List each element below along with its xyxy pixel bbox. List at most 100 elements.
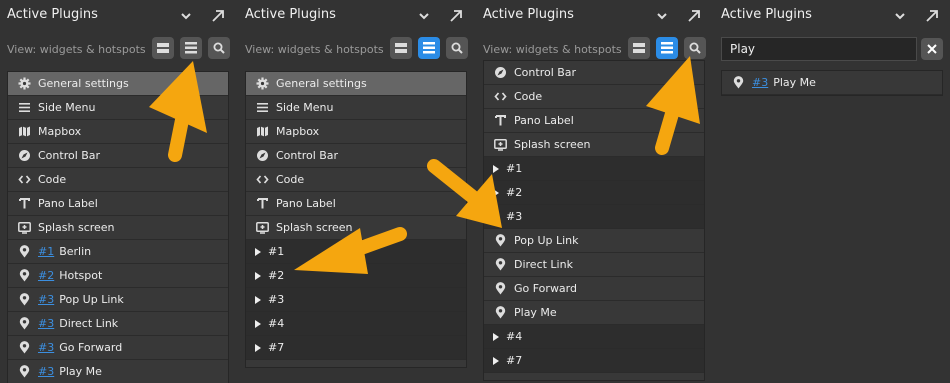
expand-arrow-icon[interactable] [924,8,940,24]
item-label: Control Bar [514,66,576,79]
expand-arrow-icon[interactable] [686,8,702,24]
item-label: #3 Direct Link [38,317,118,330]
item-label: #1 [506,162,522,175]
caret-right-icon[interactable] [254,271,262,281]
list-item[interactable]: Code [246,168,466,192]
search-button[interactable] [684,37,706,59]
chevron-down-icon[interactable] [179,9,193,23]
search-input[interactable] [721,37,917,61]
result-item[interactable]: #3 Play Me [722,71,942,95]
search-button[interactable] [446,37,468,59]
group-row[interactable]: #3 [484,205,704,229]
expand-all-icon [185,42,197,54]
close-icon [927,44,937,54]
list-item[interactable]: General settings [8,72,228,96]
chevron-down-icon[interactable] [655,9,669,23]
map-pin-icon [19,269,30,282]
list-item[interactable]: #2 Hotspot [8,264,228,288]
list-item[interactable]: Mapbox [8,120,228,144]
list-item[interactable]: Mapbox [246,120,466,144]
caret-right-icon[interactable] [492,332,500,342]
caret-right-icon[interactable] [254,247,262,257]
view-toolbar: View: widgets & hotspots [0,37,238,63]
item-label: Control Bar [276,149,338,162]
panel-header: Active Plugins [476,0,714,34]
list-item[interactable]: Control Bar [8,144,228,168]
list-item[interactable]: Splash screen [246,216,466,240]
item-label: #4 [268,317,284,330]
collapse-all-button[interactable] [152,37,174,59]
group-row[interactable]: #7 [246,336,466,360]
item-text: Side Menu [276,101,334,114]
collapse-all-button[interactable] [390,37,412,59]
item-label: #4 [506,330,522,343]
list-item[interactable]: #3 Play Me [8,360,228,383]
search-icon [451,42,463,54]
panel-title: Active Plugins [7,7,98,22]
expand-all-button[interactable] [656,37,678,59]
item-label: #3 Play Me [752,76,816,89]
view-label: View: widgets & hotspots [245,43,384,56]
list-item[interactable]: Side Menu [8,96,228,120]
hotspot-tag-link[interactable]: #3 [752,76,768,89]
caret-right-icon[interactable] [492,356,500,366]
list-item[interactable]: Pano Label [8,192,228,216]
list-item[interactable]: Code [484,85,704,109]
group-row[interactable]: #4 [246,312,466,336]
group-row[interactable]: #1 [484,157,704,181]
hotspot-tag-link[interactable]: #3 [38,365,54,378]
list-item[interactable]: General settings [246,72,466,96]
caret-right-icon[interactable] [492,188,500,198]
item-text: Play Me [59,365,102,378]
list-item[interactable]: Splash screen [484,133,704,157]
chevron-down-icon[interactable] [893,9,907,23]
collapse-all-button[interactable] [628,37,650,59]
list-item[interactable]: Pano Label [484,109,704,133]
group-row[interactable]: #2 [484,181,704,205]
map-icon [257,126,268,137]
map-pin-icon [495,234,506,247]
list-item[interactable]: Pop Up Link [484,229,704,253]
caret-right-icon[interactable] [492,212,500,222]
item-text: Control Bar [514,66,577,79]
item-label: Side Menu [276,101,334,114]
hotspot-tag-link[interactable]: #3 [38,293,54,306]
group-row[interactable]: #3 [246,288,466,312]
group-row[interactable]: #2 [246,264,466,288]
expand-all-button[interactable] [418,37,440,59]
expand-all-button[interactable] [180,37,202,59]
view-toolbar: View: widgets & hotspots [238,37,476,63]
group-row[interactable]: #4 [484,325,704,349]
list-item[interactable]: Code [8,168,228,192]
group-row[interactable]: #1 [246,240,466,264]
hotspot-tag-link[interactable]: #3 [38,317,54,330]
expand-arrow-icon[interactable] [210,8,226,24]
list-item[interactable]: #3 Pop Up Link [8,288,228,312]
group-row[interactable]: #7 [484,349,704,373]
list-item[interactable]: Play Me [484,301,704,325]
caret-right-icon[interactable] [254,319,262,329]
hotspot-tag-link[interactable]: #3 [38,341,54,354]
item-text: Pop Up Link [514,234,579,247]
hotspot-tag-link[interactable]: #2 [38,269,54,282]
list-item[interactable]: #3 Direct Link [8,312,228,336]
list-item[interactable]: Go Forward [484,277,704,301]
list-item[interactable]: Pano Label [246,192,466,216]
caret-right-icon[interactable] [254,295,262,305]
caret-right-icon[interactable] [254,343,262,353]
list-item[interactable]: #1 Berlin [8,240,228,264]
caret-right-icon[interactable] [492,164,500,174]
list-item[interactable]: #3 Go Forward [8,336,228,360]
list-item[interactable]: Control Bar [484,61,704,85]
chevron-down-icon[interactable] [417,9,431,23]
list-item[interactable]: Direct Link [484,253,704,277]
list-item[interactable]: Side Menu [246,96,466,120]
clear-search-button[interactable] [921,38,943,60]
hotspot-tag-link[interactable]: #1 [38,245,54,258]
text-icon [257,198,268,209]
expand-arrow-icon[interactable] [448,8,464,24]
list-item[interactable]: Splash screen [8,216,228,240]
text-icon [495,115,506,126]
search-button[interactable] [208,37,230,59]
list-item[interactable]: Control Bar [246,144,466,168]
